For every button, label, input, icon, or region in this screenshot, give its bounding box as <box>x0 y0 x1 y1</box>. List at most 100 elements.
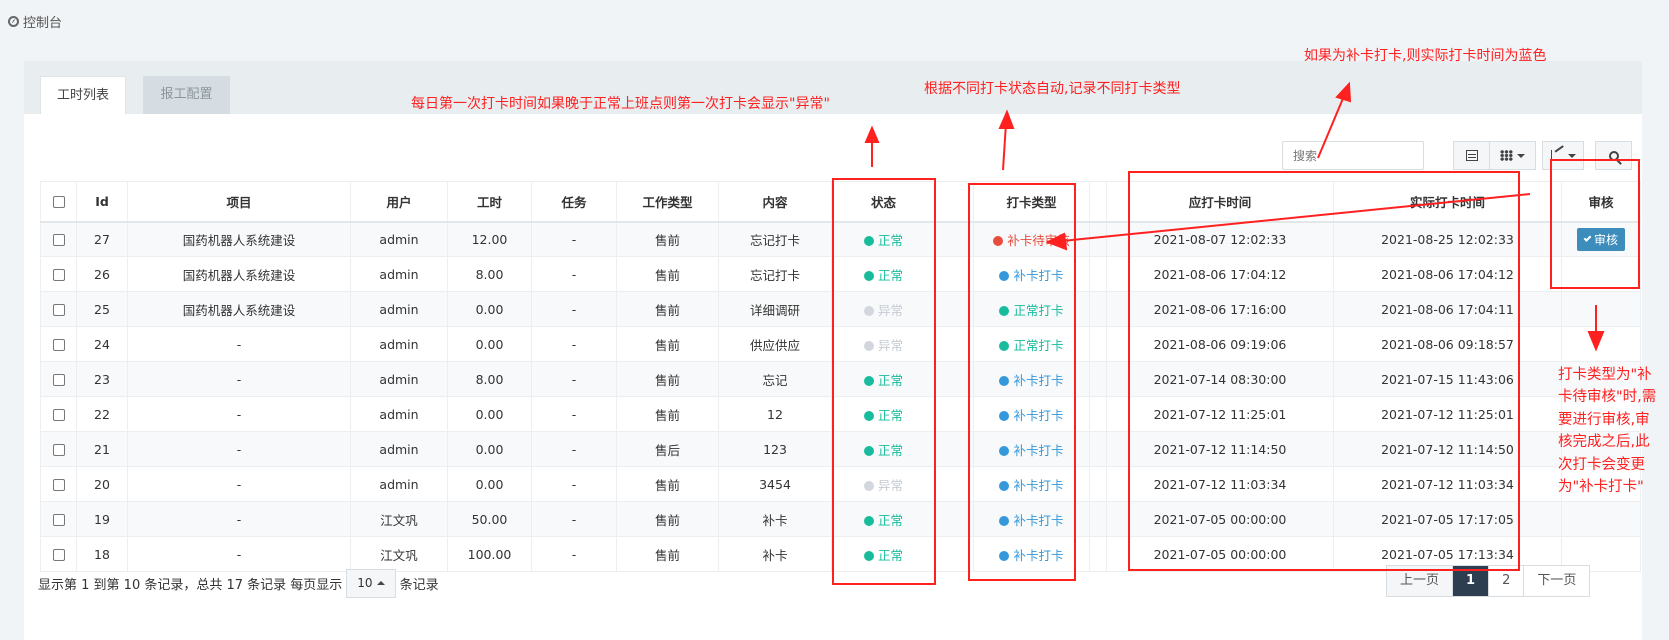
cell-id: 24 <box>76 326 128 362</box>
table-row[interactable]: 21- admin 0.00- 售后 123 正常 补卡打卡 2021-07-12 11:14… <box>40 431 1641 467</box>
table-row[interactable]: 23- admin 8.00- 售前 忘记 正常 补卡打卡 2021-07-14 08:30:… <box>40 361 1641 397</box>
row-checkbox[interactable] <box>52 234 65 247</box>
cell-work-type: 售前 <box>616 536 719 572</box>
table-row[interactable]: 25 国药机器人系统建设 admin 0.00- 售前 详细调研 异常 正常打卡 2021-08… <box>40 291 1641 327</box>
prev-page-button[interactable]: 上一页 <box>1387 566 1453 596</box>
breadcrumb-label: 控制台 <box>23 15 63 31</box>
status-dot-icon <box>863 550 874 561</box>
tab-report-config[interactable]: 报工配置 <box>143 76 230 114</box>
table-row[interactable]: 26 国药机器人系统建设 admin 8.00- 售前 忘记打卡 正常 补卡打卡 2021-08… <box>40 256 1641 292</box>
row-checkbox-cell[interactable] <box>40 361 77 397</box>
audit-button[interactable]: 审核 <box>1576 227 1625 251</box>
status-text: 异常 <box>877 337 903 353</box>
cell-blank <box>935 361 974 397</box>
search-input[interactable] <box>1282 141 1424 170</box>
page-size-select[interactable]: 10 <box>346 568 396 598</box>
select-all-checkbox[interactable] <box>52 196 65 209</box>
row-checkbox-cell[interactable] <box>40 466 77 502</box>
column-header-actual-time[interactable]: 实际打卡时间 <box>1333 181 1562 223</box>
table-row[interactable]: 20- admin 0.00- 售前 3454 异常 补卡打卡 2021-07-12 11:0… <box>40 466 1641 502</box>
cell-content: 3454 <box>718 466 832 502</box>
table-row[interactable]: 24- admin 0.00- 售前 供应供应 异常 正常打卡 2021-08-06 09:1… <box>40 326 1641 362</box>
punch-type-badge: 补卡打卡 <box>999 443 1064 458</box>
row-checkbox-cell[interactable] <box>40 431 77 467</box>
page-size-value: 10 <box>357 576 373 590</box>
column-header-id[interactable]: Id <box>76 181 128 223</box>
cell-hours: 0.00 <box>447 326 532 362</box>
row-checkbox-cell[interactable] <box>40 256 77 292</box>
tab-worklog-list[interactable]: 工时列表 <box>40 76 127 114</box>
export-dropdown-button[interactable] <box>1542 141 1584 170</box>
cell-actual-time: 2021-08-06 09:18:57 <box>1333 326 1562 362</box>
cell-punch-type: 补卡打卡 <box>973 396 1090 432</box>
columns-dropdown-button[interactable] <box>1489 141 1536 170</box>
column-header-scheduled-time[interactable]: 应打卡时间 <box>1106 181 1334 223</box>
punch-type-badge: 补卡打卡 <box>999 548 1064 563</box>
column-header-content[interactable]: 内容 <box>718 181 832 223</box>
row-checkbox[interactable] <box>52 269 65 281</box>
column-header-punch-type[interactable]: 打卡类型 <box>973 181 1090 223</box>
row-checkbox[interactable] <box>52 514 65 526</box>
cell-work-type: 售前 <box>616 256 719 292</box>
advanced-search-button[interactable] <box>1595 141 1632 170</box>
next-page-button[interactable]: 下一页 <box>1523 566 1590 596</box>
punch-type-dot-icon <box>999 305 1010 316</box>
row-checkbox-cell[interactable] <box>40 291 77 327</box>
column-header-user[interactable]: 用户 <box>350 181 448 223</box>
table-row[interactable]: 22- admin 0.00- 售前 12 正常 补卡打卡 2021-07-12 11:25:… <box>40 396 1641 432</box>
row-checkbox[interactable] <box>52 374 65 386</box>
cell-project: 国药机器人系统建设 <box>127 256 351 292</box>
cell-blank <box>935 431 974 467</box>
table-row[interactable]: 27 国药机器人系统建设 admin 12.00- 售前 忘记打卡 正常 补卡待审核 2021-… <box>40 221 1641 257</box>
breadcrumb[interactable]: 控制台 <box>8 12 63 31</box>
column-header-task[interactable]: 任务 <box>531 181 617 223</box>
column-header-project[interactable]: 项目 <box>127 181 351 223</box>
row-checkbox-cell[interactable] <box>40 326 77 362</box>
column-header-hours[interactable]: 工时 <box>447 181 532 223</box>
row-checkbox-cell[interactable] <box>40 396 77 432</box>
row-checkbox[interactable] <box>52 479 65 491</box>
select-all-cell[interactable] <box>40 181 77 223</box>
cell-task: - <box>531 326 617 362</box>
cell-audit <box>1561 326 1641 362</box>
status-text: 正常 <box>877 512 903 528</box>
page-2-button[interactable]: 2 <box>1488 566 1524 596</box>
punch-type-badge: 补卡打卡 <box>999 268 1064 283</box>
row-checkbox-cell[interactable] <box>40 501 77 537</box>
punch-type-dot-icon <box>999 445 1010 456</box>
row-checkbox[interactable] <box>52 304 65 316</box>
column-header-status[interactable]: 状态 <box>831 181 936 223</box>
row-checkbox[interactable] <box>52 444 65 456</box>
status-dot-icon <box>863 270 874 281</box>
row-checkbox[interactable] <box>52 409 65 421</box>
cell-user: admin <box>350 326 448 362</box>
table-header: Id 项目 用户 工时 任务 工作类型 内容 状态 打卡类型 应打卡时间 实际打… <box>40 181 1641 223</box>
cell-work-type: 售前 <box>616 221 719 257</box>
cell-audit <box>1561 501 1641 537</box>
status-dot-icon <box>863 305 874 316</box>
status-badge: 正常 <box>863 512 903 528</box>
tab-bar: 工时列表 报工配置 <box>24 61 1642 114</box>
cell-punch-type: 补卡打卡 <box>973 536 1090 572</box>
row-checkbox-cell[interactable] <box>40 221 77 257</box>
toggle-view-button[interactable] <box>1453 141 1490 170</box>
cell-hours: 0.00 <box>447 466 532 502</box>
cell-project: - <box>127 536 351 572</box>
row-checkbox[interactable] <box>52 549 65 561</box>
column-header-audit[interactable]: 审核 <box>1561 181 1641 223</box>
cell-scheduled-time: 2021-07-12 11:25:01 <box>1106 396 1334 432</box>
row-checkbox-cell[interactable] <box>40 536 77 572</box>
column-header-work-type[interactable]: 工作类型 <box>616 181 719 223</box>
punch-type-dot-icon <box>999 550 1010 561</box>
punch-type-dot-icon <box>999 340 1010 351</box>
page-1-button[interactable]: 1 <box>1452 566 1489 596</box>
cell-id: 27 <box>76 221 128 257</box>
cell-status: 正常 <box>831 361 936 397</box>
row-checkbox[interactable] <box>52 339 65 351</box>
table-row[interactable]: 19- 江文巩 50.00- 售前 补卡 正常 补卡打卡 2021-07-05 00:00:0… <box>40 501 1641 537</box>
cell-user: admin <box>350 466 448 502</box>
column-header-blank <box>935 181 974 223</box>
cell-content: 12 <box>718 396 832 432</box>
cell-actual-time: 2021-07-05 17:17:05 <box>1333 501 1562 537</box>
status-dot-icon <box>863 515 874 526</box>
